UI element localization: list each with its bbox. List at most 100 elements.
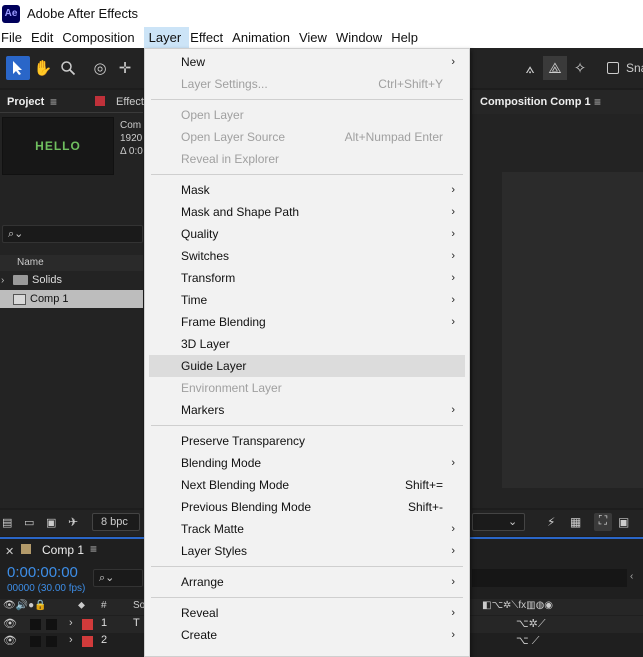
timeline-search-input[interactable]: ⌕⌄	[93, 569, 143, 587]
av-switches-icon: 👁🔊●🔒	[3, 600, 47, 611]
menu-help[interactable]: Help	[391, 27, 426, 48]
submenu-arrow-icon: ›	[451, 250, 455, 262]
menu-item-label: Open Layer Source	[181, 130, 286, 144]
zoom-tool-icon[interactable]	[56, 56, 80, 80]
menu-item-arrange[interactable]: Arrange ›	[145, 571, 469, 593]
timeline-ruler[interactable]	[472, 569, 627, 587]
menu-effect[interactable]: Effect	[190, 27, 231, 48]
axis-view-icon[interactable]: ✧	[568, 56, 592, 80]
menu-item-reveal[interactable]: Reveal ›	[145, 602, 469, 624]
menu-item-open-layer-source[interactable]: Open Layer Source Alt+Numpad Enter	[145, 126, 469, 148]
menu-item-3d-layer[interactable]: 3D Layer	[145, 333, 469, 355]
eye-icon[interactable]: 👁	[3, 634, 17, 647]
current-time[interactable]: 0:00:00:00	[7, 564, 78, 581]
panel-menu-icon[interactable]: ≡	[594, 95, 601, 109]
menu-edit[interactable]: Edit	[31, 27, 61, 48]
composition-viewer[interactable]	[502, 172, 643, 488]
menu-item-environment-layer[interactable]: Environment Layer	[145, 377, 469, 399]
solo-toggle[interactable]	[30, 636, 41, 647]
selection-tool-icon[interactable]	[6, 56, 30, 80]
menu-item-reveal-in-explorer[interactable]: Reveal in Explorer	[145, 148, 469, 170]
chevron-left-icon[interactable]: ‹	[630, 571, 633, 582]
title-bar: Ae Adobe After Effects	[0, 0, 643, 27]
lock-toggle[interactable]	[46, 619, 57, 630]
project-search-input[interactable]: ⌕⌄	[2, 225, 143, 243]
submenu-arrow-icon: ›	[451, 206, 455, 218]
menu-item-label: Environment Layer	[181, 381, 282, 395]
submenu-arrow-icon: ›	[451, 184, 455, 196]
mask-visibility-icon[interactable]: ⛶	[594, 513, 612, 531]
menu-composition[interactable]: Composition	[62, 27, 142, 48]
menu-item-shortcut: Ctrl+Shift+Y	[378, 77, 443, 91]
transparency-grid-icon[interactable]: ▦	[570, 515, 581, 529]
project-item-comp1[interactable]: Comp 1	[0, 290, 143, 308]
layer-type: T	[133, 617, 140, 629]
menu-file[interactable]: File	[1, 27, 30, 48]
pan-behind-icon[interactable]: ✛	[113, 56, 137, 80]
axis-local-icon[interactable]: ⟑	[518, 56, 542, 80]
composition-tab[interactable]: Composition Comp 1	[480, 96, 591, 108]
snapping-label: Sna	[626, 61, 643, 75]
bpc-button[interactable]: 8 bpc	[92, 513, 140, 531]
resolution-dropdown[interactable]: ⌄	[472, 513, 525, 531]
menu-item-preserve-transparency[interactable]: Preserve Transparency	[145, 430, 469, 452]
layer-label-color[interactable]	[82, 636, 93, 647]
menu-item-mask[interactable]: Mask ›	[145, 179, 469, 201]
panel-menu-icon[interactable]: ≡	[90, 542, 97, 556]
render-queue-icon[interactable]: ✈	[68, 515, 78, 529]
menu-item-quality[interactable]: Quality ›	[145, 223, 469, 245]
menu-item-guide-layer[interactable]: Guide Layer	[149, 355, 465, 377]
solo-toggle[interactable]	[30, 619, 41, 630]
axis-world-icon[interactable]: ⟁	[543, 56, 567, 80]
menu-item-label: Preserve Transparency	[181, 434, 306, 448]
menu-separator	[151, 174, 463, 175]
orbit-camera-icon[interactable]: ◎	[88, 56, 112, 80]
layer-switches[interactable]: ⌥✲⟋	[516, 617, 546, 631]
menu-item-transform[interactable]: Transform ›	[145, 267, 469, 289]
snapping-checkbox[interactable]	[607, 62, 619, 74]
new-folder-icon[interactable]: ▭	[24, 516, 34, 529]
menu-item-previous-blending-mode[interactable]: Previous Blending Mode Shift+-	[145, 496, 469, 518]
menu-animation[interactable]: Animation	[232, 27, 298, 48]
menu-item-time[interactable]: Time ›	[145, 289, 469, 311]
lock-toggle[interactable]	[46, 636, 57, 647]
panel-menu-icon[interactable]: ≡	[50, 95, 57, 109]
layer-switches[interactable]: ⌥ ⟋	[516, 634, 539, 648]
menu-window[interactable]: Window	[336, 27, 390, 48]
close-icon[interactable]: ✕	[5, 545, 14, 558]
project-item-solids[interactable]: › Solids	[0, 271, 143, 289]
layer-label-color[interactable]	[82, 619, 93, 630]
fast-previews-icon[interactable]: ⚡	[547, 515, 555, 529]
menu-item-label: Arrange	[181, 575, 224, 589]
menu-item-new[interactable]: New ›	[145, 51, 469, 73]
menu-item-next-blending-mode[interactable]: Next Blending Mode Shift+=	[145, 474, 469, 496]
chevron-right-icon[interactable]: ›	[69, 634, 73, 646]
menu-item-frame-blending[interactable]: Frame Blending ›	[145, 311, 469, 333]
chevron-right-icon[interactable]: ›	[69, 617, 73, 629]
menu-item-markers[interactable]: Markers ›	[145, 399, 469, 421]
interpret-footage-icon[interactable]: ▤	[2, 516, 12, 529]
menu-item-open-layer[interactable]: Open Layer	[145, 104, 469, 126]
menu-view[interactable]: View	[299, 27, 335, 48]
effects-tab[interactable]: Effect	[116, 96, 144, 108]
menu-item-create[interactable]: Create ›	[145, 624, 469, 646]
timeline-tab[interactable]: Comp 1	[42, 543, 84, 557]
eye-icon[interactable]: 👁	[3, 617, 17, 630]
menu-item-blending-mode[interactable]: Blending Mode ›	[145, 452, 469, 474]
menu-item-layer-styles[interactable]: Layer Styles ›	[145, 540, 469, 562]
menu-item-switches[interactable]: Switches ›	[145, 245, 469, 267]
menu-item-mask-and-shape-path[interactable]: Mask and Shape Path ›	[145, 201, 469, 223]
region-of-interest-icon[interactable]: ▣	[618, 515, 629, 529]
menu-layer[interactable]: Layer	[143, 27, 190, 48]
project-panel: Project ≡ Effect HELLO Com 1920 Δ 0:0 ⌕⌄…	[0, 90, 144, 508]
chevron-right-icon[interactable]: ›	[1, 275, 11, 286]
menu-item-layer-settings[interactable]: Layer Settings... Ctrl+Shift+Y	[145, 73, 469, 95]
composition-panel: Composition Comp 1 ≡	[472, 90, 643, 508]
menu-item-track-matte[interactable]: Track Matte ›	[145, 518, 469, 540]
project-tab[interactable]: Project	[7, 96, 44, 108]
hand-tool-icon[interactable]: ✋	[31, 56, 55, 80]
new-comp-icon[interactable]: ▣	[46, 516, 56, 529]
menu-item-label: Next Blending Mode	[181, 478, 290, 492]
info-duration: Δ 0:0	[120, 146, 143, 157]
submenu-arrow-icon: ›	[451, 294, 455, 306]
